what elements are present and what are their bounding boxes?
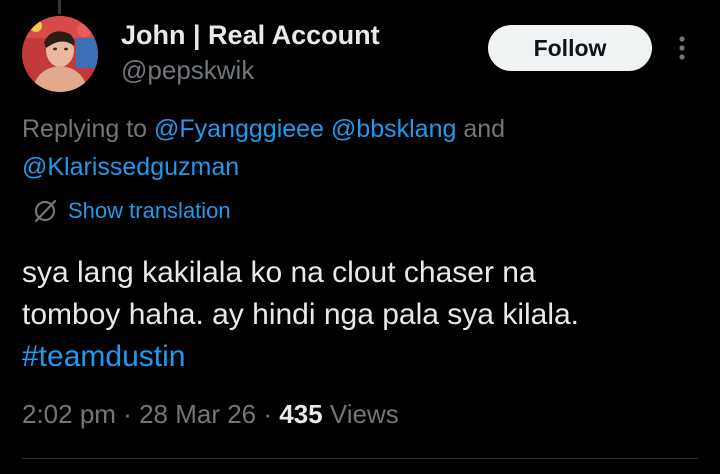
- show-translation-label: Show translation: [68, 198, 231, 223]
- more-options-button[interactable]: [670, 32, 694, 64]
- avatar[interactable]: [22, 16, 98, 92]
- reply-mention-bbsklang[interactable]: @bbsklang: [331, 115, 456, 143]
- reply-mention-fyangggieee[interactable]: @Fyangggieee: [154, 115, 324, 143]
- thread-connector-line: [58, 0, 61, 14]
- reply-context: Replying to @Fyangggieee @bbsklang and @K…: [22, 110, 662, 186]
- hashtag-link[interactable]: #teamdustin: [22, 336, 702, 378]
- meta-separator-1: ·: [115, 399, 140, 429]
- tweet-time[interactable]: 2:02 pm: [22, 399, 116, 429]
- tweet-body: sya lang kakilala ko na clout chaser na …: [22, 252, 702, 378]
- follow-button[interactable]: Follow: [488, 25, 652, 71]
- tweet-date[interactable]: 28 Mar 26: [139, 399, 256, 429]
- reply-prefix: Replying to: [22, 115, 155, 143]
- show-translation-button[interactable]: Show translation: [32, 198, 231, 224]
- author-display-name[interactable]: John | Real Account: [121, 18, 380, 52]
- meta-separator-2: ·: [256, 399, 280, 429]
- tweet-meta: 2:02 pm · 28 Mar 26 · 435 Views: [22, 396, 399, 432]
- views-label: Views: [322, 399, 399, 429]
- globe-slash-icon: [34, 199, 57, 223]
- reply-mention-klarissedguzman[interactable]: @Klarissedguzman: [22, 153, 239, 181]
- reply-connector: and: [456, 115, 506, 143]
- author-handle[interactable]: @pepskwik: [121, 54, 254, 86]
- tweet-text-line-1: sya lang kakilala ko na clout chaser na: [22, 256, 536, 289]
- avatar-image: [22, 16, 98, 92]
- views-count[interactable]: 435: [279, 399, 322, 429]
- more-vertical-icon: [679, 36, 685, 60]
- divider: [22, 458, 698, 459]
- tweet-text-line-2: tomboy haha. ay hindi nga pala sya kilal…: [22, 298, 580, 331]
